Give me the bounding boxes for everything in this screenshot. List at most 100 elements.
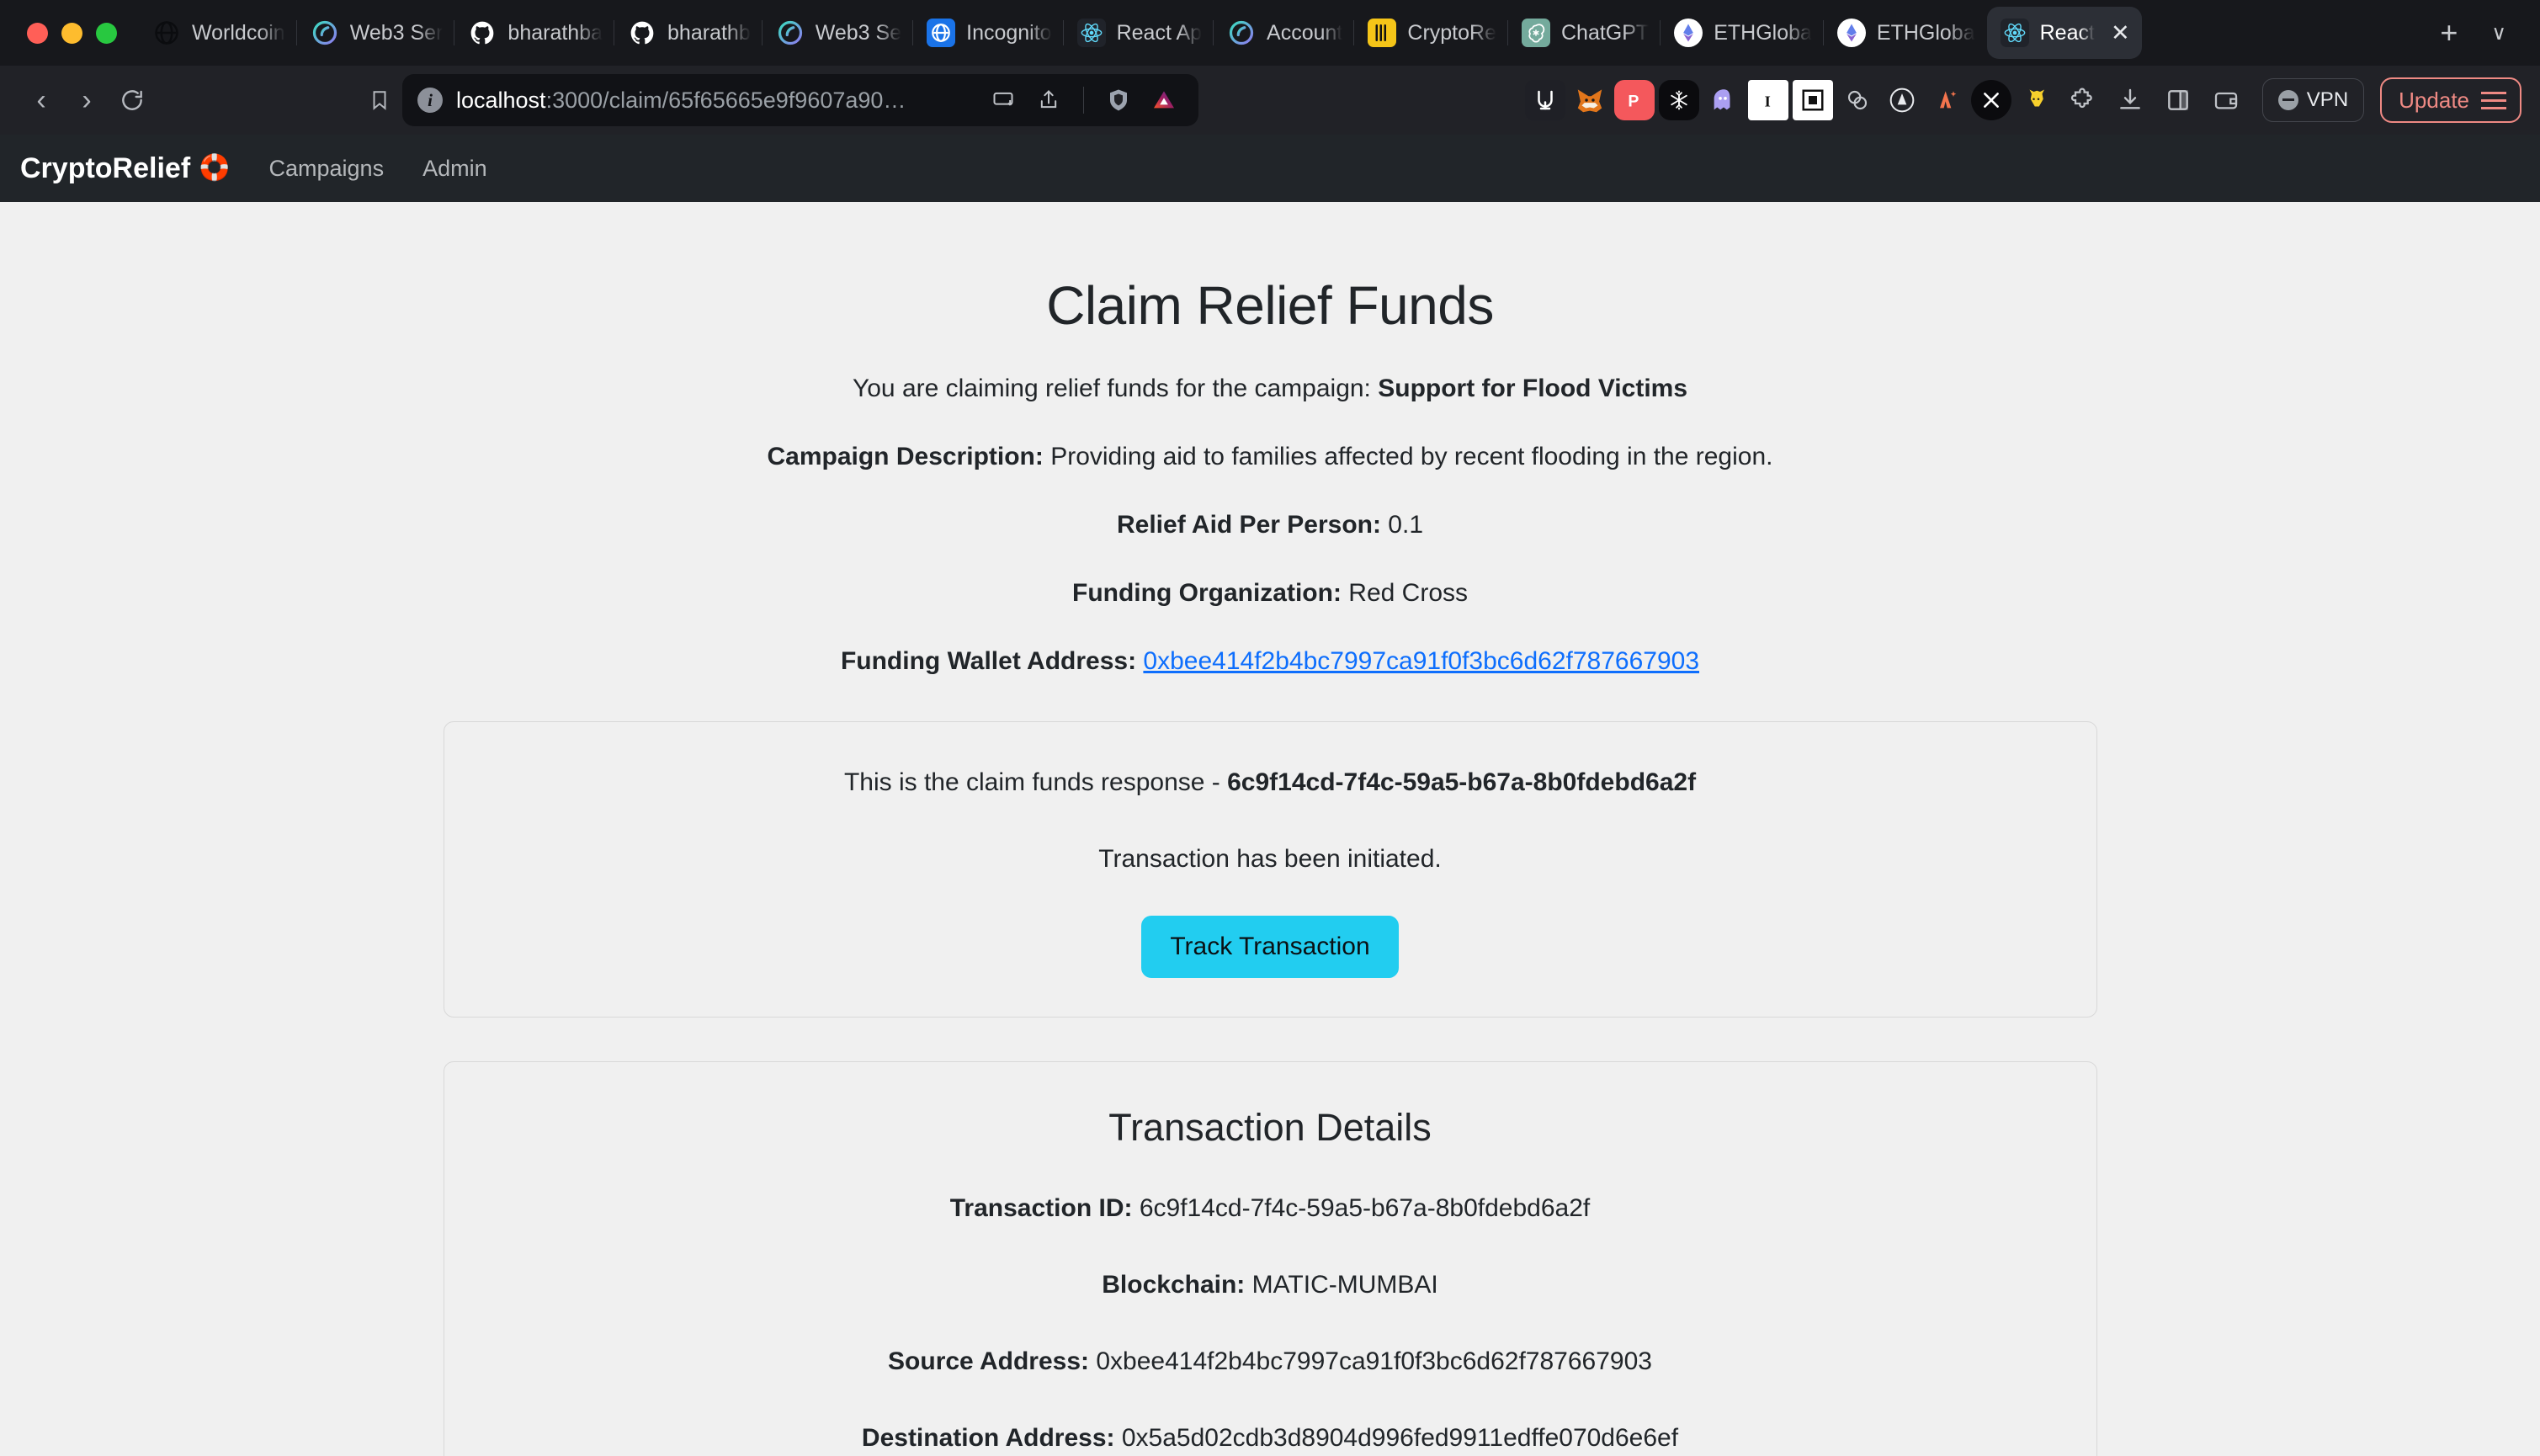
extension-window-icon[interactable]	[1792, 80, 1833, 120]
browser-tab-active[interactable]: React ✕	[1986, 7, 2142, 59]
claim-response-prefix: This is the claim funds response -	[843, 768, 1228, 796]
worldcoin-blue-icon	[927, 19, 956, 47]
tab-title: ETHGloba	[1714, 20, 1812, 45]
destination-address-value: 0x5a5d02cdb3d8904d996fed9911edffe070d6e6…	[1114, 1424, 1679, 1452]
transaction-id-row: Transaction ID: 6c9f14cd-7f4c-59a5-b67a-…	[478, 1192, 2063, 1225]
funding-wallet-row: Funding Wallet Address: 0xbee414f2b4bc79…	[189, 645, 2351, 678]
nav-item-campaigns[interactable]: Campaigns	[269, 156, 385, 182]
share-icon[interactable]	[1029, 81, 1068, 120]
source-address-label: Source Address:	[888, 1347, 1089, 1375]
extension-phantom-ghost-icon[interactable]	[1703, 80, 1744, 120]
tab-title: React	[2039, 20, 2095, 45]
browser-tab[interactable]: ETHGloba	[1660, 7, 1824, 59]
campaign-intro-prefix: You are claiming relief funds for the ca…	[852, 375, 1379, 402]
bookmark-icon[interactable]	[357, 77, 402, 123]
browser-tab[interactable]: Account	[1213, 7, 1354, 59]
nav-item-admin[interactable]: Admin	[422, 156, 487, 182]
brand-name: CryptoRelief	[20, 151, 191, 184]
extension-coins-icon[interactable]	[1837, 80, 1878, 120]
back-button[interactable]: ‹	[19, 77, 64, 123]
downloads-icon[interactable]	[2108, 78, 2152, 122]
extension-sparkle-icon[interactable]	[1926, 80, 1967, 120]
campaign-description-value: Providing aid to families affected by re…	[1043, 443, 1773, 470]
browser-tab[interactable]: Worldcoin	[139, 7, 297, 59]
funding-wallet-label: Funding Wallet Address:	[840, 647, 1137, 675]
extension-infura-icon[interactable]: I	[1747, 80, 1788, 120]
new-tab-button[interactable]: +	[2421, 18, 2476, 48]
campaign-description-row: Campaign Description: Providing aid to f…	[189, 440, 2351, 473]
destination-address-row: Destination Address: 0x5a5d02cdb3d8904d9…	[478, 1421, 2063, 1454]
close-window-button[interactable]	[27, 22, 48, 44]
browser-tab[interactable]: bharathba	[454, 7, 614, 59]
window-controls	[12, 22, 139, 44]
browser-tab[interactable]: Incognito	[912, 7, 1063, 59]
browser-tab[interactable]: ChatGPT	[1506, 7, 1661, 59]
source-address-row: Source Address: 0xbee414f2b4bc7997ca91f0…	[478, 1345, 2063, 1378]
track-transaction-button[interactable]: Track Transaction	[1141, 916, 1399, 978]
blockchain-row: Blockchain: MATIC-MUMBAI	[478, 1268, 2063, 1301]
forward-button[interactable]: ›	[64, 77, 109, 123]
extension-snowflake-icon[interactable]	[1658, 80, 1699, 120]
extension-pikachu-icon[interactable]	[2016, 80, 2056, 120]
brave-rewards-icon[interactable]	[1145, 81, 1183, 120]
browser-tab[interactable]: bharathb	[614, 7, 763, 59]
ethglobal-icon	[1836, 19, 1866, 47]
content-container: Claim Relief Funds You are claiming reli…	[189, 202, 2351, 1456]
browser-tab[interactable]: React Ap	[1062, 7, 1214, 59]
address-bar[interactable]: i localhost:3000/claim/65f65665e9f9607a9…	[402, 74, 1198, 126]
tab-list: Worldcoin Web3 Ser bharathba bharathb We…	[139, 0, 2421, 66]
tab-search-chevron-down-icon[interactable]: ∨	[2476, 21, 2528, 45]
tab-title: Worldcoin	[192, 20, 285, 45]
sidebar-toggle-icon[interactable]	[2156, 78, 2200, 122]
svg-text:P: P	[1628, 93, 1639, 111]
picture-in-picture-icon[interactable]	[984, 81, 1023, 120]
address-bar-container: i localhost:3000/claim/65f65665e9f9607a9…	[357, 74, 1198, 126]
tab-title: Web3 Ser	[349, 20, 444, 45]
address-bar-actions	[984, 81, 1183, 120]
extensions-puzzle-icon[interactable]	[2060, 78, 2104, 122]
tab-title: bharathba	[507, 20, 603, 45]
campaign-name: Support for Flood Victims	[1378, 375, 1688, 402]
extension-arbitrum-icon[interactable]	[1882, 80, 1922, 120]
funding-organization-value: Red Cross	[1341, 579, 1468, 607]
browser-tab[interactable]: Web3 Se	[761, 7, 913, 59]
page-content: Claim Relief Funds You are claiming reli…	[0, 202, 2540, 1456]
site-info-icon[interactable]: i	[417, 88, 443, 113]
maximize-window-button[interactable]	[96, 22, 117, 44]
web3-icon	[776, 19, 805, 47]
tab-title: CryptoRe	[1407, 20, 1496, 45]
browser-menu-icon[interactable]	[2481, 91, 2506, 109]
tab-title: ChatGPT	[1560, 20, 1650, 45]
wallet-icon[interactable]	[2204, 78, 2248, 122]
brand-logo[interactable]: CryptoRelief 🛟	[20, 152, 231, 185]
close-tab-icon[interactable]: ✕	[2106, 21, 2130, 45]
brave-shields-icon[interactable]	[1099, 81, 1138, 120]
browser-tab[interactable]: ETHGloba	[1822, 7, 1987, 59]
update-button[interactable]: Update	[2380, 77, 2521, 123]
browser-toolbar: ‹ › i localhost:3000/claim/65f65665e9f96…	[0, 66, 2540, 135]
browser-tab[interactable]: Web3 Ser	[295, 7, 455, 59]
extension-metamask-icon[interactable]	[1570, 80, 1610, 120]
divider	[1083, 87, 1084, 114]
extension-x-icon[interactable]	[1970, 80, 2011, 120]
vpn-button[interactable]: VPN	[2261, 78, 2365, 122]
reload-button[interactable]	[109, 77, 155, 123]
claim-response-id: 6c9f14cd-7f4c-59a5-b67a-8b0fdebd6a2f	[1227, 768, 1697, 796]
claim-response-card: This is the claim funds response - 6c9f1…	[443, 721, 2097, 1018]
blockchain-label: Blockchain:	[1102, 1271, 1246, 1299]
minimize-window-button[interactable]	[61, 22, 82, 44]
github-icon	[628, 19, 656, 47]
extension-rabby-icon[interactable]	[1524, 80, 1565, 120]
svg-text:I: I	[1764, 93, 1770, 110]
funding-wallet-link[interactable]: 0xbee414f2b4bc7997ca91f0f3bc6d62f7876679…	[1143, 647, 1699, 675]
claim-status-text: Transaction has been initiated.	[1098, 845, 1442, 873]
extension-phantom-p-icon[interactable]: P	[1613, 80, 1655, 120]
transaction-id-label: Transaction ID:	[949, 1194, 1133, 1222]
lifebuoy-icon: 🛟	[199, 154, 231, 182]
transaction-details-title: Transaction Details	[1108, 1106, 1432, 1149]
blockchain-value: MATIC-MUMBAI	[1245, 1271, 1438, 1299]
campaign-description-label: Campaign Description:	[767, 443, 1044, 470]
browser-tab[interactable]: CryptoRe	[1353, 7, 1508, 59]
update-label: Update	[2399, 87, 2469, 113]
track-button-container: Track Transaction	[478, 916, 2063, 978]
